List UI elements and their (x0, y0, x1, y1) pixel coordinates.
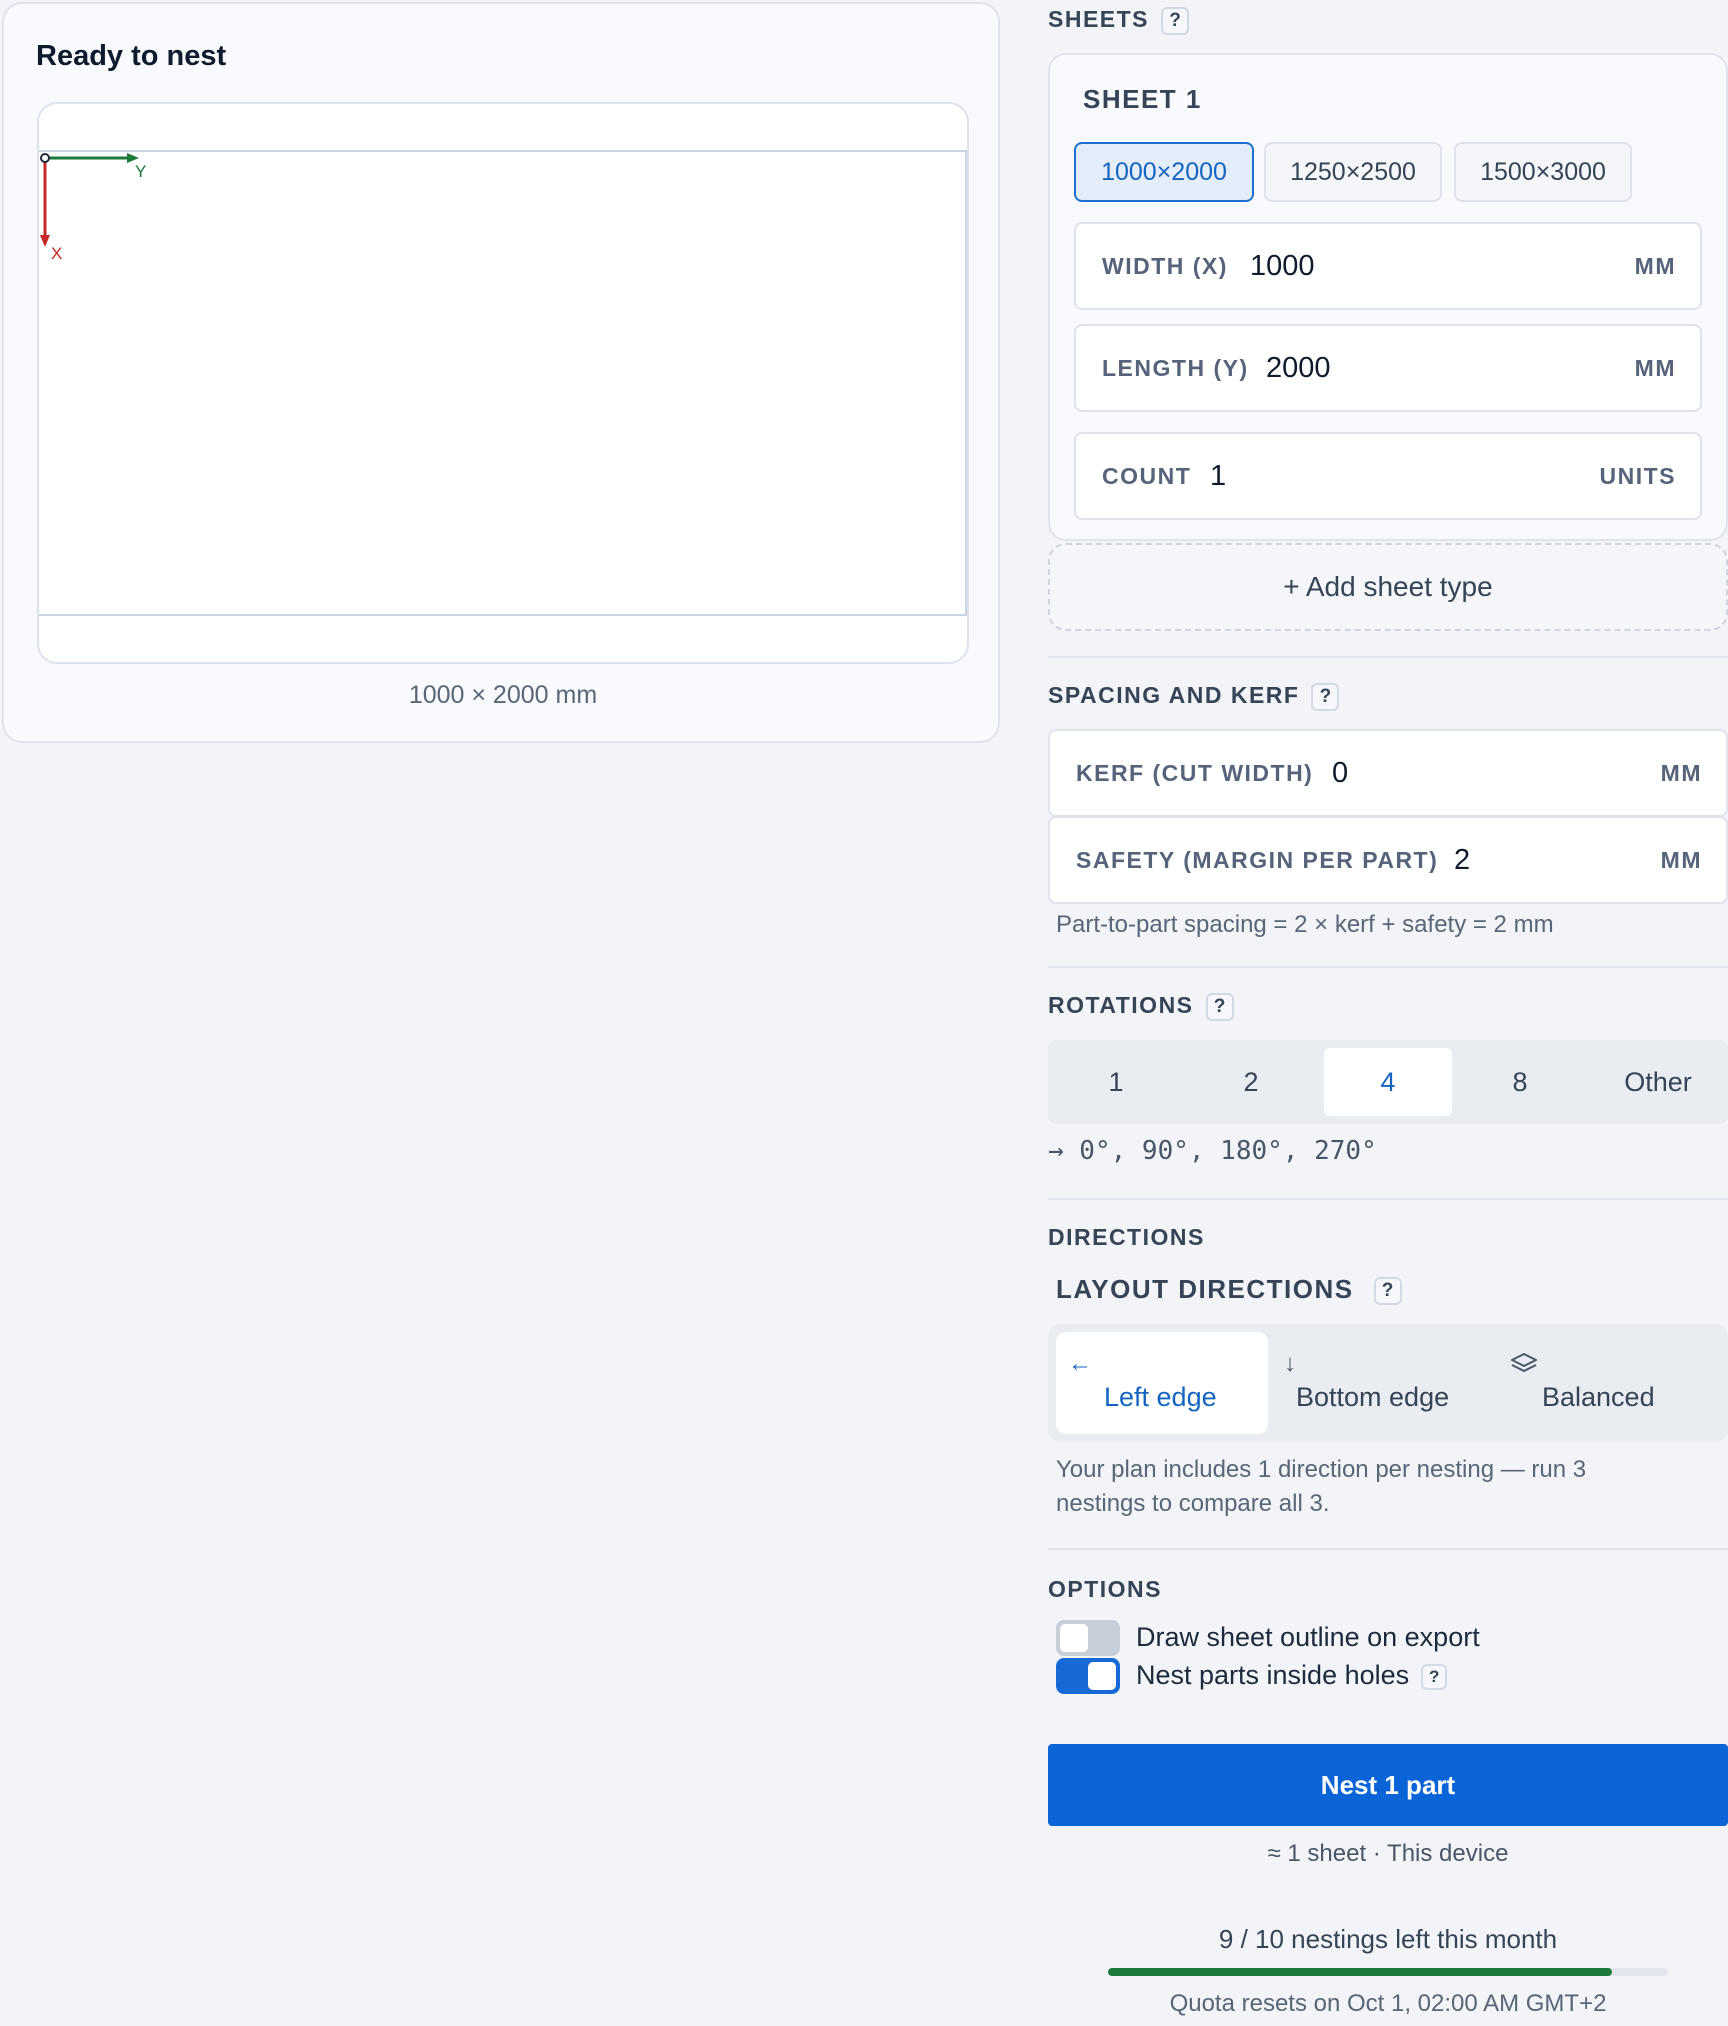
nest-holes-label: Nest parts inside holes (1136, 1660, 1410, 1690)
layout-direction-selector: ← Left edge ↓ Bottom edge Balanced (1048, 1324, 1728, 1442)
directions-heading: DIRECTIONS (1048, 1224, 1205, 1250)
rotations-help-button[interactable]: ? (1205, 992, 1234, 1021)
length-label: LENGTH (Y) (1102, 355, 1249, 381)
arrow-down-icon: ↓ (1284, 1350, 1296, 1377)
kerf-field[interactable]: KERF (CUT WIDTH) 0 MM (1048, 729, 1728, 817)
directions-hint-line-1: Your plan includes 1 direction per nesti… (1056, 1456, 1587, 1483)
width-value[interactable]: 1000 (1250, 224, 1315, 308)
spacing-hint: Part-to-part spacing = 2 × kerf + safety… (1056, 911, 1554, 938)
axis-indicator: Y X (40, 153, 146, 263)
nest-holes-option: Nest parts inside holes? (1136, 1660, 1448, 1691)
width-field[interactable]: WIDTH (X) 1000 MM (1074, 222, 1702, 310)
length-value[interactable]: 2000 (1266, 326, 1331, 410)
preset-1500x3000[interactable]: 1500×3000 (1454, 142, 1632, 202)
directions-help-button[interactable]: ? (1373, 1277, 1402, 1306)
direction-label: Left edge (1104, 1382, 1217, 1412)
safety-field[interactable]: SAFETY (MARGIN PER PART) 2 MM (1048, 816, 1728, 904)
direction-bottom-edge[interactable]: ↓ Bottom edge (1276, 1332, 1496, 1434)
sheet-dimensions-caption: 1000 × 2000 mm (408, 681, 598, 709)
arrow-left-icon: ← (1068, 1350, 1092, 1377)
options-heading: OPTIONS (1048, 1576, 1163, 1602)
quota-progress-bar (1108, 1968, 1668, 1976)
preset-1000x2000[interactable]: 1000×2000 (1074, 142, 1254, 202)
width-unit: MM (1634, 253, 1676, 279)
sheets-heading: SHEETS? (1048, 6, 1190, 35)
directions-hint-line-2: nestings to compare all 3. (1056, 1490, 1330, 1517)
rotation-option-1[interactable]: 1 (1048, 1040, 1184, 1124)
y-axis-label: Y (135, 162, 146, 181)
add-sheet-type-button[interactable]: + Add sheet type (1048, 543, 1728, 631)
safety-value[interactable]: 2 (1454, 818, 1470, 902)
divider (1048, 656, 1728, 658)
x-axis-arrowhead (40, 235, 50, 247)
count-field[interactable]: COUNT 1 UNITS (1074, 432, 1702, 520)
sheet-title: SHEET 1 (1083, 84, 1202, 114)
length-field[interactable]: LENGTH (Y) 2000 MM (1074, 324, 1702, 412)
toggle-knob (1060, 1624, 1088, 1652)
spacing-heading: SPACING AND KERF? (1048, 682, 1340, 711)
rotation-option-4[interactable]: 4 (1324, 1048, 1452, 1116)
draw-outline-label: Draw sheet outline on export (1136, 1622, 1480, 1652)
quota-text: 9 / 10 nestings left this month (1218, 1924, 1558, 1954)
preview-card: Ready to nest Y X 1000 × 2000 mm (2, 2, 1000, 743)
count-unit: UNITS (1599, 463, 1676, 489)
width-label: WIDTH (X) (1102, 253, 1228, 279)
spacing-help-button[interactable]: ? (1311, 682, 1340, 711)
divider (1048, 1198, 1728, 1200)
direction-left-edge[interactable]: ← Left edge (1056, 1332, 1268, 1434)
draw-outline-toggle[interactable] (1056, 1620, 1120, 1656)
kerf-label: KERF (CUT WIDTH) (1076, 760, 1314, 786)
rotation-option-8[interactable]: 8 (1452, 1040, 1588, 1124)
nest-holes-help-button[interactable]: ? (1421, 1663, 1448, 1690)
layout-directions-heading: LAYOUT DIRECTIONS? (1056, 1274, 1402, 1306)
divider (1048, 1548, 1728, 1550)
rotations-heading: ROTATIONS? (1048, 992, 1234, 1021)
layers-icon (1510, 1352, 1538, 1385)
rotation-option-2[interactable]: 2 (1184, 1040, 1318, 1124)
rotations-selector: 1 2 4 8 Other (1048, 1040, 1728, 1124)
safety-unit: MM (1660, 847, 1702, 873)
length-unit: MM (1634, 355, 1676, 381)
direction-label: Balanced (1542, 1382, 1655, 1412)
rotation-angles: → 0°, 90°, 180°, 270° (1048, 1136, 1377, 1166)
preset-1250x2500[interactable]: 1250×2500 (1264, 142, 1442, 202)
safety-label: SAFETY (MARGIN PER PART) (1076, 847, 1439, 873)
nesting-canvas[interactable]: Y X (37, 102, 969, 664)
sheets-help-button[interactable]: ? (1161, 6, 1190, 35)
kerf-value[interactable]: 0 (1332, 731, 1348, 815)
count-value[interactable]: 1 (1210, 434, 1226, 518)
count-label: COUNT (1102, 463, 1192, 489)
direction-balanced[interactable]: Balanced (1504, 1332, 1724, 1434)
nest-holes-toggle[interactable] (1056, 1658, 1120, 1694)
nest-button[interactable]: Nest 1 part (1048, 1744, 1728, 1826)
quota-progress-fill (1108, 1968, 1612, 1976)
nest-estimate: ≈ 1 sheet · This device (1267, 1840, 1509, 1867)
rotation-option-other[interactable]: Other (1588, 1040, 1728, 1124)
divider (1048, 966, 1728, 968)
sheet-card: SHEET 1 1000×2000 1250×2500 1500×3000 WI… (1048, 53, 1728, 541)
x-axis-label: X (51, 244, 62, 263)
preview-title: Ready to nest (36, 40, 227, 72)
origin-point (40, 153, 50, 163)
kerf-unit: MM (1660, 760, 1702, 786)
toggle-knob (1088, 1662, 1116, 1690)
direction-label: Bottom edge (1296, 1382, 1450, 1412)
quota-reset-text: Quota resets on Oct 1, 02:00 AM GMT+2 (1169, 1990, 1607, 2017)
